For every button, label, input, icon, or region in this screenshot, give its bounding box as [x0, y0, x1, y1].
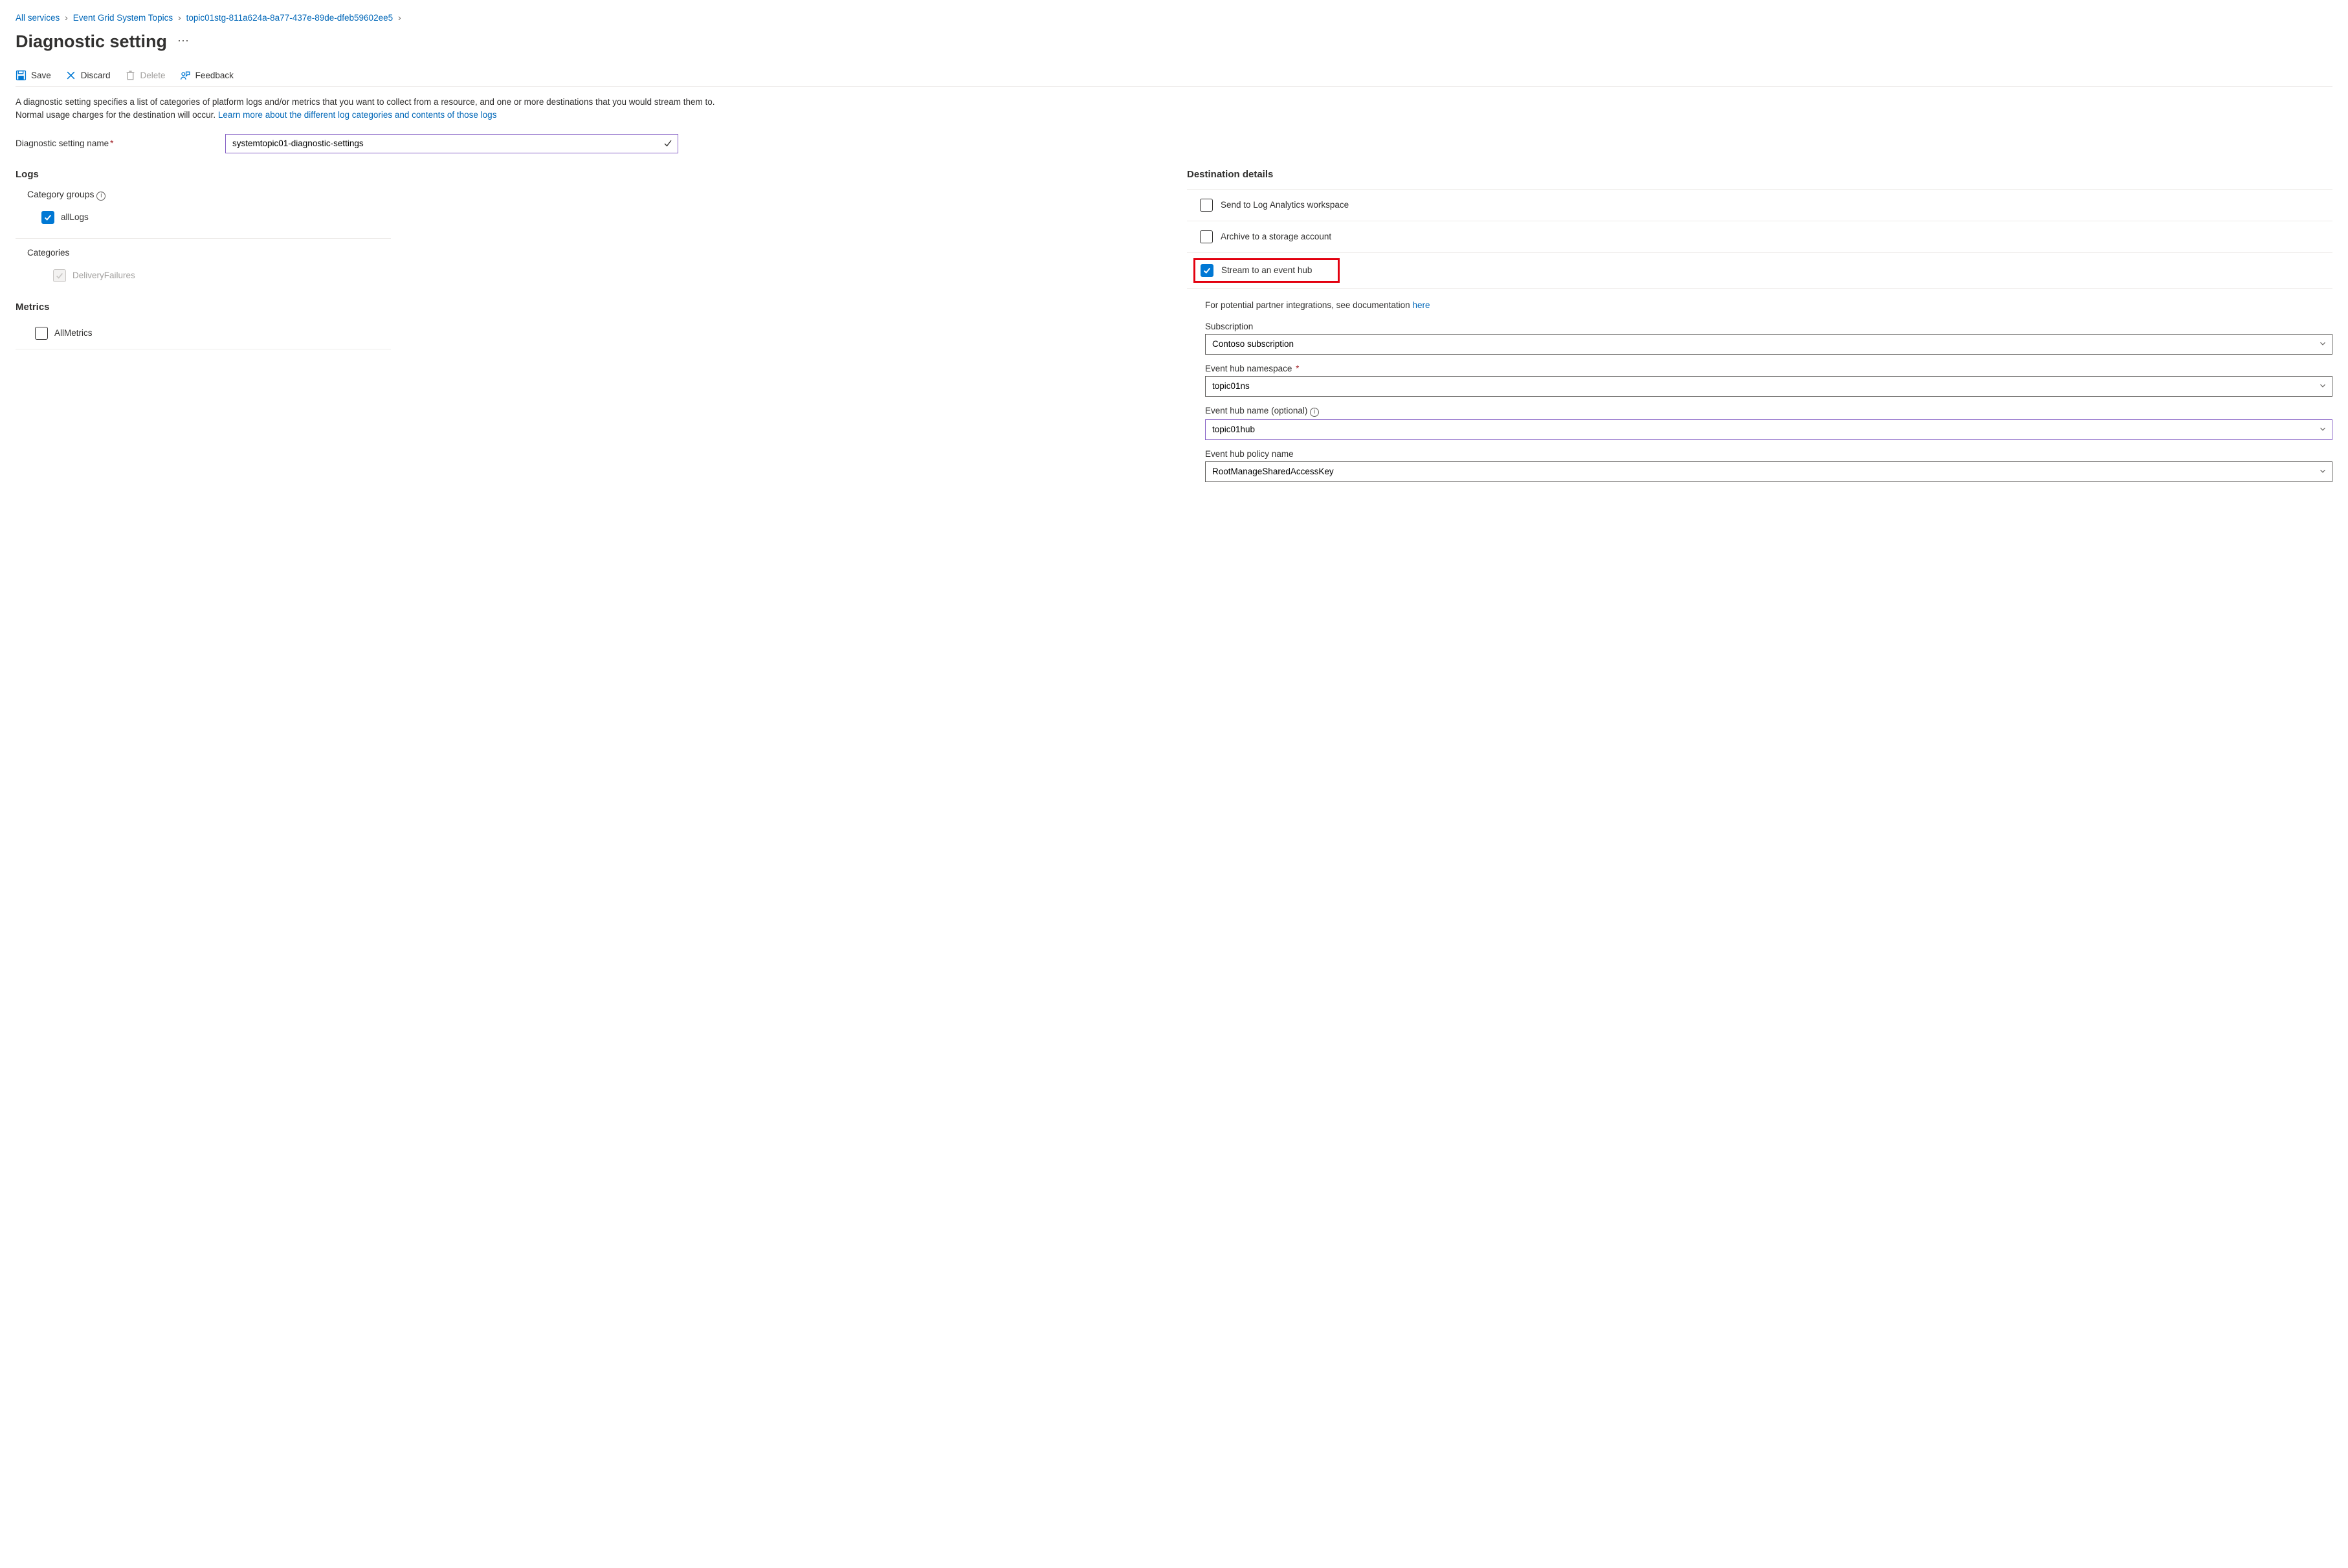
partner-integration-text: For potential partner integrations, see …: [1205, 300, 2332, 310]
subscription-label: Subscription: [1205, 322, 2332, 331]
all-metrics-checkbox[interactable]: [35, 327, 48, 340]
event-hub-checkbox[interactable]: [1201, 264, 1213, 277]
categories-label: Categories: [27, 248, 391, 258]
person-feedback-icon: [180, 70, 191, 81]
subscription-select[interactable]: Contoso subscription: [1205, 334, 2332, 355]
destination-details-heading: Destination details: [1187, 169, 2332, 180]
policy-select[interactable]: RootManageSharedAccessKey: [1205, 461, 2332, 482]
chevron-down-icon: [2318, 425, 2327, 436]
discard-button[interactable]: Discard: [65, 70, 111, 81]
metrics-heading: Metrics: [16, 302, 1161, 313]
breadcrumb-item-all-services[interactable]: All services: [16, 13, 60, 23]
all-logs-checkbox[interactable]: [41, 211, 54, 224]
diagnostic-setting-name-label: Diagnostic setting name*: [16, 138, 210, 148]
log-analytics-label: Send to Log Analytics workspace: [1221, 200, 1349, 210]
save-label: Save: [31, 71, 51, 80]
info-icon[interactable]: i: [96, 192, 105, 201]
namespace-select[interactable]: topic01ns: [1205, 376, 2332, 397]
archive-storage-checkbox[interactable]: [1200, 230, 1213, 243]
breadcrumb: All services › Event Grid System Topics …: [16, 13, 2332, 23]
hubname-label: Event hub name (optional) i: [1205, 406, 2332, 417]
partner-docs-link[interactable]: here: [1412, 300, 1430, 310]
checkmark-icon: [663, 138, 673, 150]
close-icon: [65, 70, 76, 81]
save-icon: [16, 70, 27, 81]
chevron-down-icon: [2318, 381, 2327, 392]
category-groups-label: Category groups i: [16, 189, 1161, 201]
required-asterisk: *: [110, 138, 113, 148]
chevron-right-icon: ›: [63, 13, 69, 23]
all-logs-label: allLogs: [61, 212, 89, 222]
chevron-down-icon: [2318, 467, 2327, 478]
page-title: Diagnostic setting: [16, 32, 167, 52]
chevron-right-icon: ›: [177, 13, 183, 23]
required-asterisk: *: [1293, 364, 1299, 373]
diagnostic-setting-name-input[interactable]: [225, 134, 678, 153]
chevron-down-icon: [2318, 339, 2327, 350]
breadcrumb-item-event-grid-system-topics[interactable]: Event Grid System Topics: [73, 13, 173, 23]
chevron-right-icon: ›: [397, 13, 403, 23]
namespace-label: Event hub namespace *: [1205, 364, 2332, 373]
feedback-label: Feedback: [195, 71, 234, 80]
policy-label: Event hub policy name: [1205, 449, 2332, 459]
feedback-button[interactable]: Feedback: [180, 70, 234, 81]
delete-label: Delete: [140, 71, 166, 80]
trash-icon: [125, 70, 136, 81]
diagnostic-setting-name-row: Diagnostic setting name*: [16, 134, 2332, 153]
all-metrics-label: AllMetrics: [54, 328, 93, 338]
page-title-row: Diagnostic setting ⋯: [16, 32, 2332, 52]
more-actions-button[interactable]: ⋯: [177, 34, 190, 49]
breadcrumb-item-topic[interactable]: topic01stg-811a624a-8a77-437e-89de-dfeb5…: [186, 13, 393, 23]
delivery-failures-checkbox: [53, 269, 66, 282]
save-button[interactable]: Save: [16, 70, 51, 81]
delete-button: Delete: [125, 70, 166, 81]
event-hub-label: Stream to an event hub: [1221, 265, 1312, 275]
toolbar: Save Discard Delete Feedback: [16, 70, 2332, 87]
delivery-failures-label: DeliveryFailures: [72, 271, 135, 280]
learn-more-link[interactable]: Learn more about the different log categ…: [218, 110, 497, 120]
info-icon[interactable]: i: [1310, 408, 1319, 417]
hubname-select[interactable]: topic01hub: [1205, 419, 2332, 440]
discard-label: Discard: [81, 71, 111, 80]
archive-storage-label: Archive to a storage account: [1221, 232, 1331, 241]
logs-heading: Logs: [16, 169, 1161, 180]
log-analytics-checkbox[interactable]: [1200, 199, 1213, 212]
event-hub-highlight: Stream to an event hub: [1193, 258, 1340, 283]
description-text: A diagnostic setting specifies a list of…: [16, 96, 740, 122]
